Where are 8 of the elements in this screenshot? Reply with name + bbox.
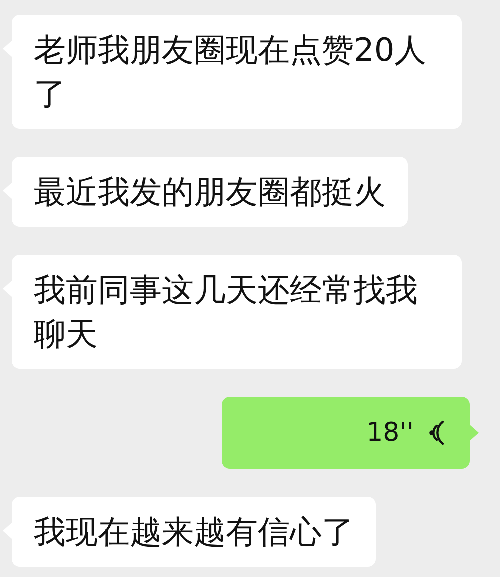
voice-wave-icon xyxy=(428,420,446,446)
message-text: 我现在越来越有信心了 xyxy=(34,513,354,551)
message-text: 我前同事这几天还经常找我聊天 xyxy=(34,271,418,353)
bubble-tail xyxy=(470,425,479,441)
voice-message[interactable]: 18'' xyxy=(222,397,470,469)
message-text: 老师我朋友圈现在点赞20人了 xyxy=(34,31,427,113)
message-text: 最近我发的朋友圈都挺火 xyxy=(34,173,386,211)
voice-duration: 18'' xyxy=(366,416,414,450)
